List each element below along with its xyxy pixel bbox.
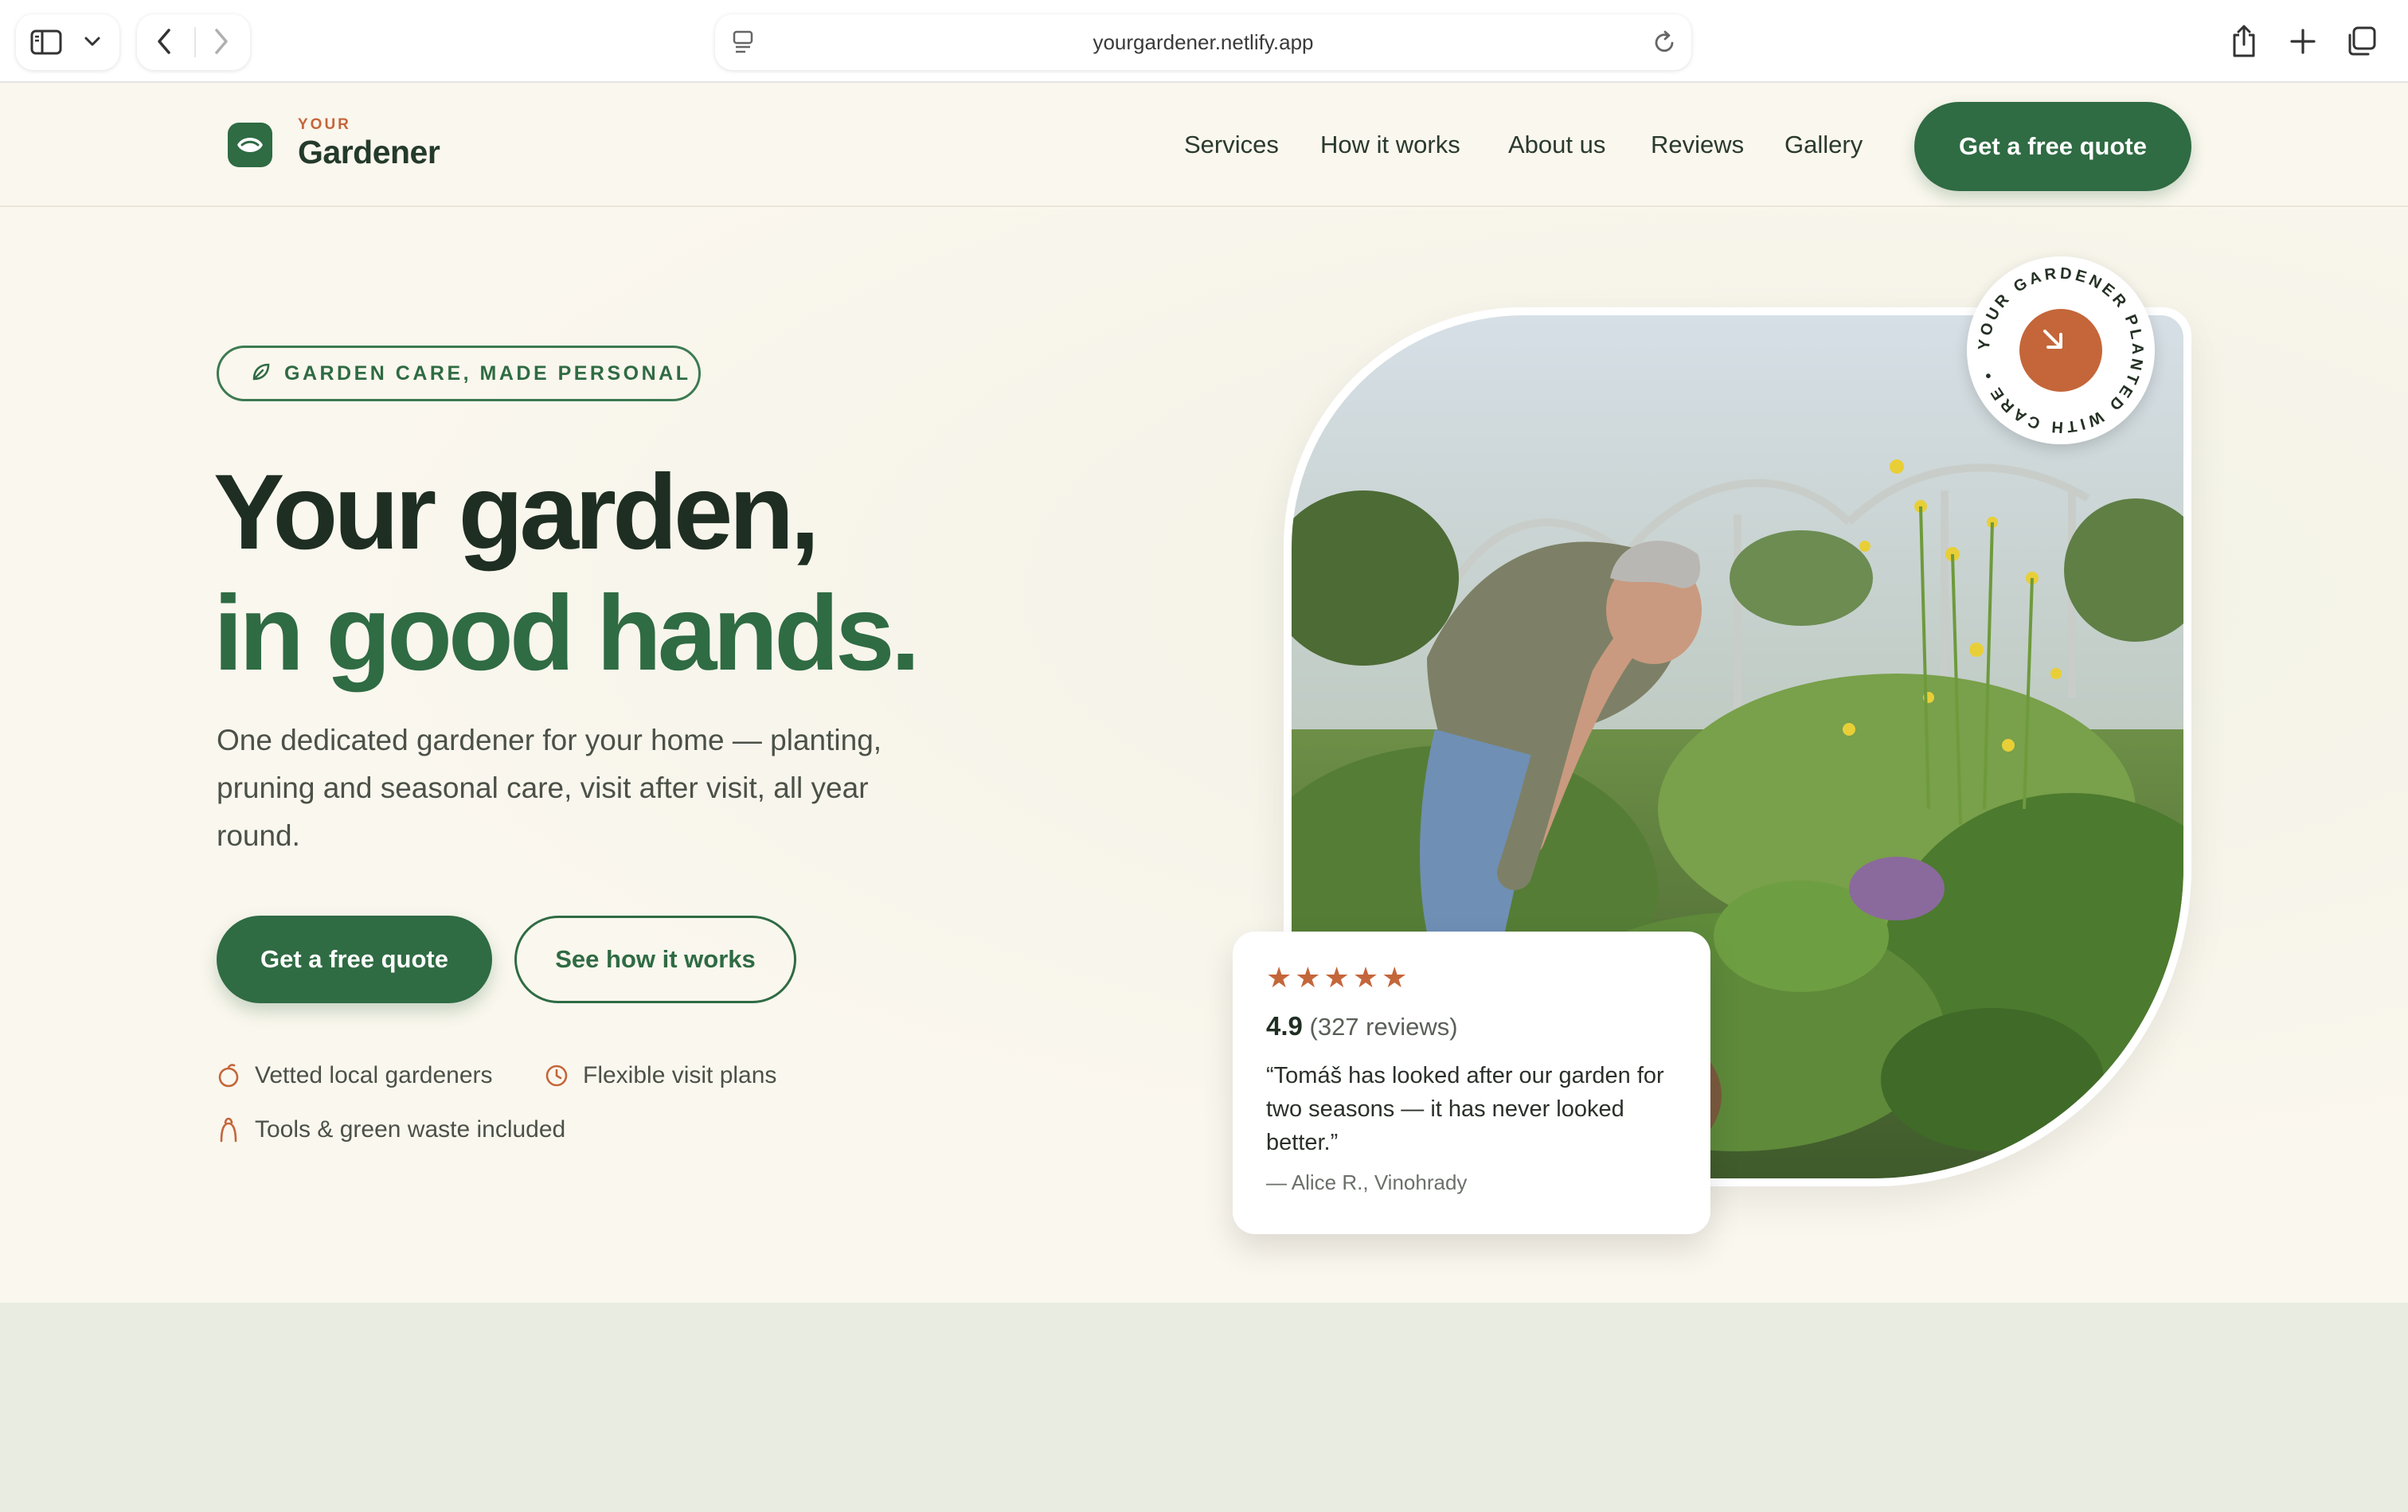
headline-line-1: Your garden, — [213, 453, 819, 572]
history-navigation — [137, 14, 250, 70]
address-bar[interactable]: yourgardener.netlify.app — [715, 14, 1691, 70]
feature-flexible: Flexible visit plans — [545, 1062, 776, 1089]
browser-toolbar: yourgardener.netlify.app — [0, 0, 2408, 83]
logo-wordmark[interactable]: Gardener — [298, 134, 440, 171]
nav-how-it-works[interactable]: How it works — [1320, 131, 1460, 159]
rating-score: 4.9 — [1266, 1011, 1303, 1041]
url-text[interactable]: yourgardener.netlify.app — [1093, 30, 1313, 55]
divider — [194, 27, 196, 57]
new-tab-icon[interactable] — [2289, 27, 2317, 56]
review-card: ★★★★★ 4.9 (327 reviews) “Tomáš has looke… — [1233, 932, 1710, 1234]
tool-icon — [220, 1117, 237, 1143]
nav-about-us[interactable]: About us — [1508, 131, 1605, 159]
tabs-overview-icon[interactable] — [2346, 25, 2378, 57]
sidebar-icon — [30, 29, 62, 56]
review-quote: “Tomáš has looked after our garden for t… — [1266, 1063, 1664, 1155]
seal-badge: YOUR GARDENER PLANTED WITH CARE • — [1967, 256, 2155, 444]
header-quote-button[interactable]: Get a free quote — [1914, 102, 2191, 191]
seal-center — [2019, 309, 2102, 392]
logo-wordmark-small[interactable]: YOUR — [298, 116, 351, 134]
hero-badge: GARDEN CARE, MADE PERSONAL — [217, 346, 701, 401]
sidebar-toggle-button[interactable] — [16, 14, 119, 70]
nav-services[interactable]: Services — [1184, 131, 1279, 159]
back-icon[interactable] — [153, 27, 177, 56]
review-count: (327 reviews) — [1309, 1013, 1458, 1041]
leaf-icon — [218, 1064, 239, 1088]
hero-headline: Your garden, in good hands. — [213, 452, 921, 694]
star-rating-icon: ★★★★★ — [1266, 961, 1411, 994]
leaf-icon — [251, 361, 272, 386]
nav-gallery[interactable]: Gallery — [1784, 131, 1863, 159]
chevron-down-icon[interactable] — [83, 33, 102, 49]
feature-tools: Tools & green waste included — [217, 1116, 565, 1143]
rating-summary: 4.9 (327 reviews) — [1266, 1011, 1677, 1041]
hero-description: One dedicated gardener for your home — p… — [217, 724, 882, 852]
clock-icon — [545, 1065, 568, 1087]
feature-label: Tools & green waste included — [255, 1116, 566, 1143]
feature-vetted: Vetted local gardeners — [217, 1062, 493, 1089]
headline-line-2: in good hands. — [213, 574, 921, 693]
badge-text: GARDEN CARE, MADE PERSONAL — [284, 361, 691, 385]
review-author: — Alice R., Vinohrady — [1266, 1170, 1468, 1194]
feature-label: Flexible visit plans — [583, 1062, 777, 1088]
page-icon[interactable] — [731, 29, 755, 56]
leaf-logo-icon[interactable] — [228, 123, 272, 167]
forward-icon[interactable] — [209, 27, 233, 56]
share-icon[interactable] — [2230, 24, 2258, 59]
arrow-down-right-icon — [2043, 330, 2062, 349]
see-how-it-works-button[interactable]: See how it works — [514, 916, 796, 1003]
nav-reviews[interactable]: Reviews — [1651, 131, 1744, 159]
next-section — [0, 1303, 2408, 1512]
reload-icon[interactable] — [1652, 29, 1677, 56]
get-quote-button[interactable]: Get a free quote — [217, 916, 492, 1003]
feature-label: Vetted local gardeners — [255, 1062, 493, 1088]
site-header: YOUR Gardener Services How it works Abou… — [0, 83, 2408, 207]
hero-section: GARDEN CARE, MADE PERSONAL Your garden, … — [0, 209, 2408, 1303]
